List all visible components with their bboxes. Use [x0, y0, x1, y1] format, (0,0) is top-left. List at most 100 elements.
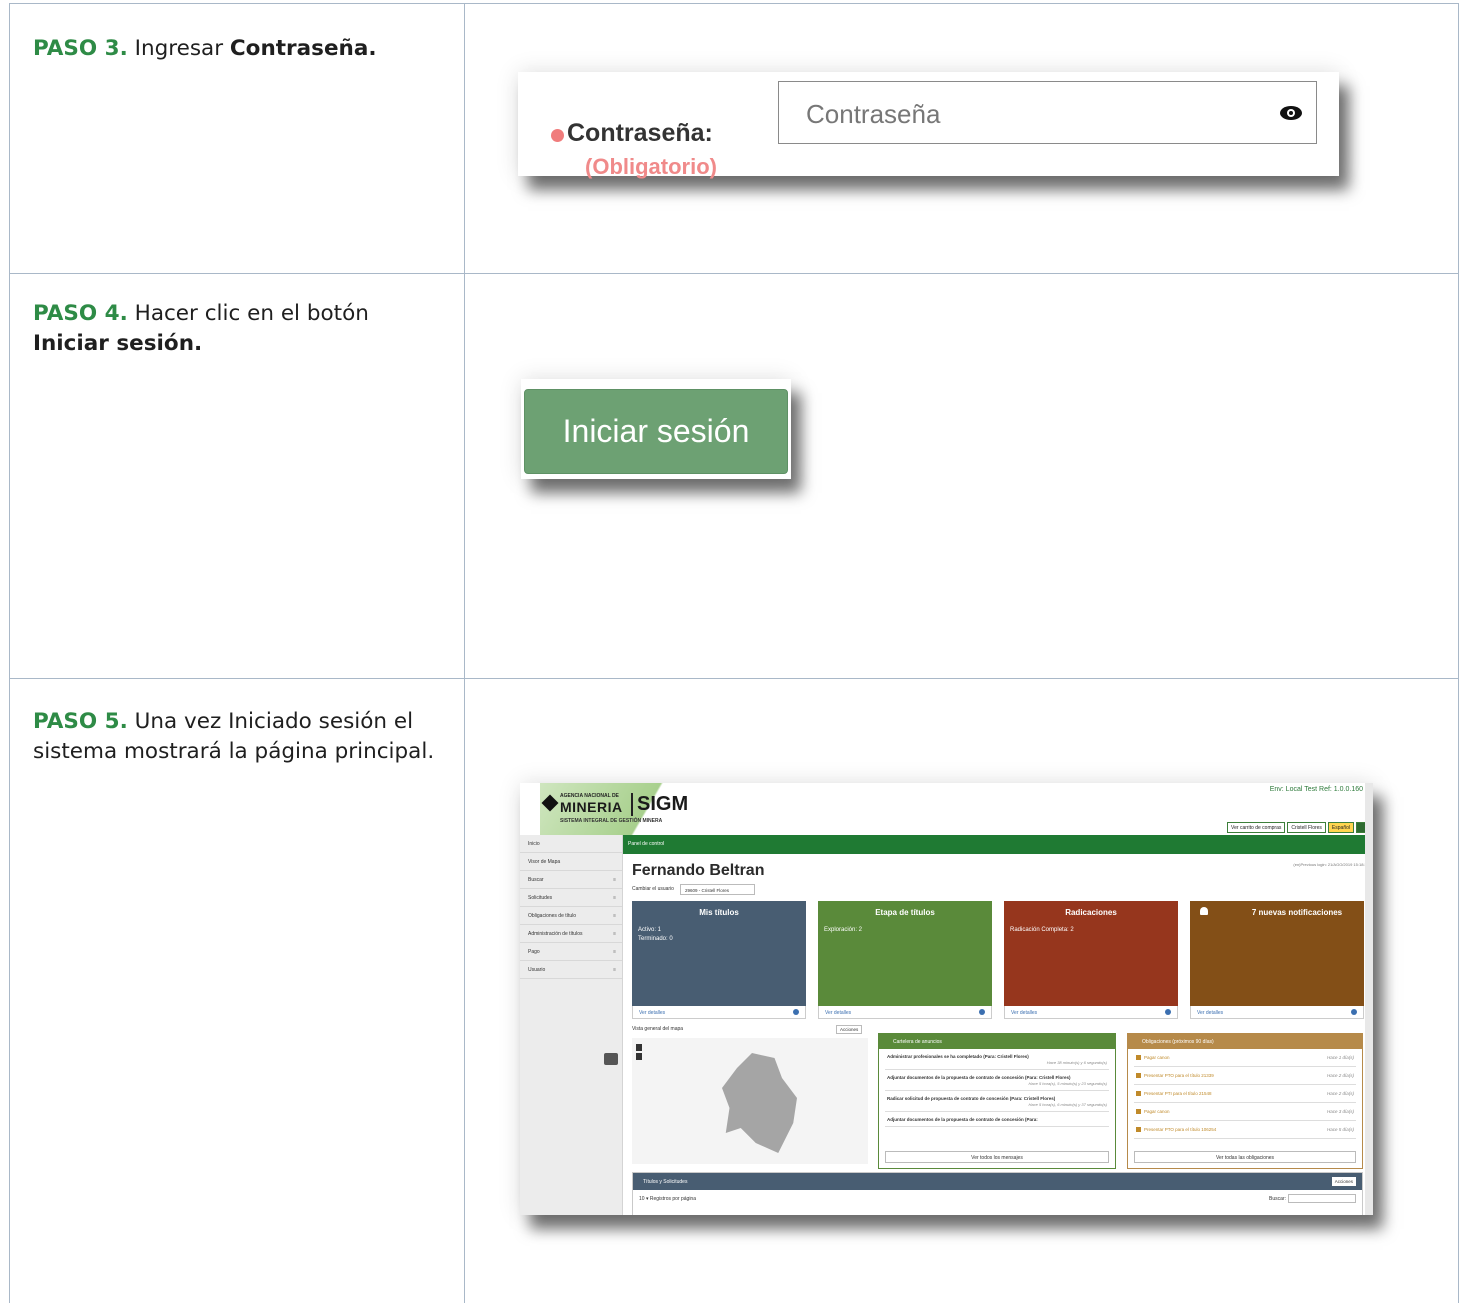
obligation-icon: [1136, 1055, 1141, 1060]
arrow-circle-icon: [793, 1009, 799, 1015]
tile-title: Mis títulos: [699, 908, 739, 917]
list-item[interactable]: Radicar solicitud de propuesta de contra…: [885, 1094, 1109, 1112]
document-table: PASO 3. Ingresar Contraseña. Contraseña:…: [9, 3, 1459, 1303]
expand-icon: ≡: [613, 967, 616, 973]
sidebar-item-label: Visor de Mapa: [528, 859, 561, 865]
obligation-text: Presentar PTO para el título 21339: [1144, 1073, 1214, 1078]
arrow-circle-icon: [1165, 1009, 1171, 1015]
obligaciones-title: Obligaciones (próximos 90 días): [1128, 1034, 1362, 1049]
tile-footer[interactable]: Ver detalles: [632, 1006, 806, 1019]
sidebar-item-label: Inicio: [528, 841, 540, 847]
message-time: Hace 5 hora(s), 5 minuto(s) y 23 segundo…: [1028, 1081, 1107, 1086]
tile-line: Exploración: 2: [824, 927, 863, 933]
cart-button[interactable]: Ver carrito de compras: [1227, 822, 1286, 833]
titulos-table-panel: Títulos y Solicitudes Acciones 10 ▾ Regi…: [632, 1172, 1363, 1215]
list-item[interactable]: Pagar canon Hace 3 día(s): [1134, 1103, 1356, 1121]
obligation-text: Pagar canon: [1144, 1109, 1170, 1114]
tile-line: Terminado: 0: [638, 936, 673, 942]
step-5-label: PASO 5.: [33, 709, 128, 734]
eye-icon[interactable]: [1280, 106, 1302, 120]
map-view[interactable]: [632, 1038, 868, 1164]
sidebar-item-pago[interactable]: Pago ≡: [520, 943, 622, 961]
user-name: Fernando Beltran: [632, 862, 765, 879]
list-item[interactable]: Administrar profesionales se ha completa…: [885, 1052, 1109, 1070]
sidebar-item-label: Administración de títulos: [528, 931, 583, 937]
table-actions-button[interactable]: Acciones: [1331, 1177, 1356, 1186]
sidebar-item-inicio[interactable]: Inicio: [520, 835, 622, 853]
row-step-5: PASO 5. Una vez Iniciado sesión el siste…: [10, 679, 1458, 1303]
list-item[interactable]: Presentar PTI para el título 21548 Hace 2…: [1134, 1085, 1356, 1103]
obligation-icon: [1136, 1109, 1141, 1114]
tile-title: 7 nuevas notificaciones: [1251, 908, 1343, 917]
login-button-screenshot: Iniciar sesión: [521, 379, 791, 479]
main-page-screenshot: AGENCIA NACIONAL DE MINERIA SIGM SISTEMA…: [520, 783, 1373, 1215]
sidebar-item-obligaciones[interactable]: Obligaciones de título ≡: [520, 907, 622, 925]
sidebar-item-label: Usuario: [528, 967, 546, 973]
language-button[interactable]: Español: [1327, 822, 1354, 833]
see-all-messages-button[interactable]: Ver todos los mensajes: [885, 1151, 1109, 1163]
zoom-in-icon[interactable]: [636, 1044, 642, 1051]
logo-sigm: SIGM: [631, 793, 688, 816]
gear-icon[interactable]: [604, 1053, 618, 1065]
message-text: Radicar solicitud de propuesta de contra…: [887, 1096, 1056, 1101]
zoom-out-icon[interactable]: [636, 1053, 642, 1060]
message-text: Adjuntar documentos de la propuesta de c…: [887, 1117, 1038, 1122]
obligation-text: Pagar canon: [1144, 1055, 1170, 1060]
see-all-obligations-button[interactable]: Ver todas las obligaciones: [1134, 1151, 1356, 1163]
sidebar-item-label: Obligaciones de título: [528, 913, 577, 919]
scrollbar[interactable]: [1365, 783, 1373, 1215]
sidebar-item-solicitudes[interactable]: Solicitudes ≡: [520, 889, 622, 907]
sidebar-item-visor-mapa[interactable]: Visor de Mapa: [520, 853, 622, 871]
obligation-icon: [1136, 1073, 1141, 1078]
titulos-table-title: Títulos y Solicitudes: [643, 1179, 688, 1185]
tile-line: Activo: 1: [638, 927, 662, 933]
tile-footer[interactable]: Ver detalles: [1190, 1006, 1364, 1019]
tile-footer[interactable]: Ver detalles: [1004, 1006, 1178, 1019]
tile-footer-label: Ver detalles: [825, 1010, 852, 1016]
step-3-text-before: Ingresar: [127, 36, 230, 61]
tile-title: Etapa de títulos: [875, 908, 935, 917]
main-content: Fernando Beltran (en)Previous login: 21/…: [628, 854, 1373, 1215]
list-item[interactable]: Adjuntar documentos de la propuesta de c…: [885, 1073, 1109, 1091]
anuncios-panel: Cartelera de anuncios Administrar profes…: [878, 1033, 1116, 1169]
password-label: Contraseña:: [567, 119, 713, 147]
step-3-text: PASO 3. Ingresar Contraseña.: [33, 34, 453, 64]
breadcrumb-bar: Panel de control: [623, 835, 1373, 854]
list-item[interactable]: Presentar PTO para el título 106254 Hace …: [1134, 1121, 1356, 1139]
obligation-icon: [1136, 1127, 1141, 1132]
obligation-when: Hace 1 día(s): [1326, 1055, 1354, 1060]
list-item[interactable]: Presentar PTO para el título 21339 Hace 2…: [1134, 1067, 1356, 1085]
tile-footer-label: Ver detalles: [639, 1010, 666, 1016]
password-field-screenshot: Contraseña: (Obligatorio) Contraseña: [518, 72, 1339, 179]
list-item[interactable]: Adjuntar documentos de la propuesta de c…: [885, 1115, 1109, 1127]
sidebar-item-administracion[interactable]: Administración de títulos ≡: [520, 925, 622, 943]
expand-icon: ≡: [613, 913, 616, 919]
arrow-circle-icon: [1351, 1009, 1357, 1015]
message-text: Administrar profesionales se ha completa…: [887, 1054, 1029, 1059]
obligation-when: Hace 2 día(s): [1326, 1073, 1354, 1078]
change-user-select[interactable]: 29609 - Cristell Flores: [680, 884, 755, 895]
sidebar-item-buscar[interactable]: Buscar ≡: [520, 871, 622, 889]
search-input[interactable]: [1288, 1194, 1356, 1203]
login-button[interactable]: Iniciar sesión: [524, 389, 788, 474]
message-text: Adjuntar documentos de la propuesta de c…: [887, 1075, 1071, 1080]
sidebar-item-usuario[interactable]: Usuario ≡: [520, 961, 622, 979]
required-dot-icon: [551, 129, 564, 142]
user-menu-button[interactable]: Cristell Flores: [1287, 822, 1326, 833]
step-5-text: PASO 5. Una vez Iniciado sesión el siste…: [33, 707, 453, 767]
sidebar-item-label: Solicitudes: [528, 895, 553, 901]
env-label: Env: Local Test Ref: 1.0.0.160: [1269, 786, 1363, 793]
per-page-value[interactable]: 10: [639, 1196, 645, 1202]
records-per-page[interactable]: 10 ▾ Registros por página: [639, 1196, 696, 1202]
breadcrumb[interactable]: Panel de control: [628, 841, 664, 847]
step-4-bold: Iniciar sesión.: [33, 331, 203, 356]
obligation-when: Hace 5 día(s): [1326, 1127, 1354, 1132]
password-input[interactable]: Contraseña: [778, 81, 1317, 144]
tile-footer[interactable]: Ver detalles: [818, 1006, 992, 1019]
map-title: Vista general del mapa: [632, 1026, 684, 1032]
tile-notificaciones: 7 nuevas notificaciones Ver detalles: [1190, 901, 1364, 1019]
map-actions-button[interactable]: Acciones: [836, 1025, 863, 1034]
list-item[interactable]: Pagar canon Hace 1 día(s): [1134, 1049, 1356, 1067]
tile-radicaciones: Radicaciones Radicación Completa: 2 Ver …: [1004, 901, 1178, 1019]
change-user-label: Cambiar el usuario: [632, 886, 674, 892]
